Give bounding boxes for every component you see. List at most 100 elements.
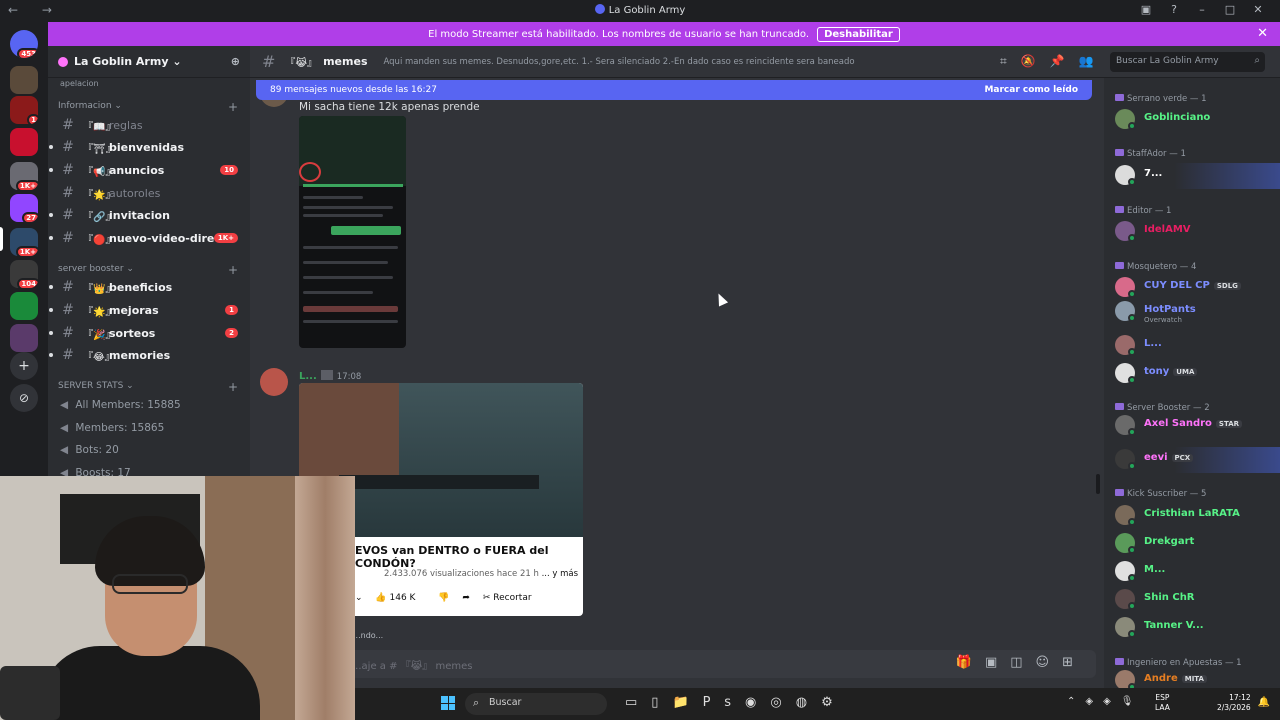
minimize-button[interactable]: – [1188,3,1216,16]
member-item[interactable]: eevi PCX [1104,447,1280,473]
sticker-icon[interactable]: ◫ [1010,655,1035,670]
member-item[interactable]: 7... [1104,163,1280,189]
member-item[interactable]: L... [1104,333,1280,359]
disable-streamer-button[interactable]: Deshabilitar [817,26,900,42]
task-view-icon[interactable]: ▭ [625,695,651,710]
server-icon[interactable] [10,128,38,156]
dislike-icon[interactable]: 👎 [438,593,449,603]
category-booster[interactable]: server booster ⌄ + [58,263,238,277]
stat-bots[interactable]: ◀ Bots: 20 [60,444,119,456]
clock[interactable]: 17:12 2/3/2026 [1217,693,1251,713]
chevron-up-icon[interactable]: ⌃ [1067,696,1085,707]
start-button[interactable] [441,696,455,710]
scrollbar[interactable] [1096,474,1100,494]
server-icon[interactable]: 453 [10,30,38,58]
category-stats[interactable]: SERVER STATS ⌄ + [58,380,238,394]
message-author[interactable]: L... 17:08 [299,370,361,382]
channel-item-invitacion[interactable]: # 『🔗』 invitacion [48,205,250,225]
add-channel-icon[interactable]: + [228,263,238,277]
clip-button[interactable]: ✂ Recortar [483,593,542,603]
server-icon[interactable]: 104 [10,260,38,288]
discover-icon[interactable]: ⊘ [10,384,38,412]
member-item[interactable]: Drekgart [1104,531,1280,557]
server-icon[interactable]: 27 [10,194,38,222]
member-list-icon[interactable]: 👥 [1079,54,1108,68]
member-item[interactable]: Goblinciano [1104,107,1280,133]
member-item[interactable]: Shin ChR [1104,587,1280,613]
help-icon[interactable]: ? [1160,3,1188,16]
search-input[interactable]: Buscar La Goblin Army ⌕ [1110,52,1265,72]
channel-item-memories[interactable]: # 『😂』 memories [48,345,250,365]
category-info[interactable]: Informacion ⌄ + [58,100,238,114]
channel-item-beneficios[interactable]: # 『👑』 beneficios [48,277,250,297]
member-item[interactable]: IdelAMV [1104,219,1280,245]
channel-topic[interactable]: Aqui manden sus memes. Desnudos,gore,etc… [384,57,855,67]
member-item[interactable]: CUY DEL CP SDLG [1104,275,1280,301]
server-icon[interactable]: 1K+ [10,228,38,256]
server-icon[interactable] [10,66,38,94]
notification-icon[interactable]: 🔔 [1258,697,1270,708]
tray-icon[interactable]: ◈ [1085,696,1103,707]
tray-icon[interactable]: ◈ [1103,696,1121,707]
member-item[interactable]: Axel Sandro STAR [1104,413,1280,439]
member-item[interactable]: Tanner V... [1104,615,1280,641]
pin-icon[interactable]: 📌 [1050,54,1079,68]
microphone-icon[interactable]: 🎙 [1121,696,1144,707]
member-item[interactable]: Cristhian LaRATA [1104,503,1280,529]
mark-read-button[interactable]: Marcar como leído [984,85,1078,95]
screenshot-attachment[interactable] [299,116,406,348]
threads-icon[interactable]: ⌗ [1000,54,1021,68]
server-icon[interactable] [10,292,38,320]
add-channel-icon[interactable]: + [228,100,238,114]
apps-icon[interactable]: ⊞ [1062,655,1086,670]
channel-emoji: 『🔗』 [83,211,116,223]
chevron-down-icon[interactable]: ⌄ [355,593,363,603]
scrolled-channel[interactable]: apelacion [60,79,99,88]
chrome-icon[interactable]: ◎ [770,695,795,710]
folder-icon[interactable]: 📁 [672,695,702,710]
mute-icon[interactable]: 🔕 [1021,54,1050,68]
inbox-icon[interactable]: ▣ [1132,3,1160,16]
avatar[interactable] [260,368,288,396]
channel-item-anuncios[interactable]: # 『📢』 anuncios 10 [48,160,250,180]
stat-members[interactable]: ◀ Members: 15865 [60,422,164,434]
member-item[interactable]: M... [1104,559,1280,585]
stat-all-members[interactable]: ◀ All Members: 15885 [60,399,181,411]
channel-item-autoroles[interactable]: # 『🌟』 autoroles [48,183,250,203]
share-icon[interactable]: ➦ [462,593,470,603]
photoshop-icon[interactable]: Ps [703,695,745,710]
channel-item-nuevovideodirec[interactable]: # 『🔴』 nuevo-video-direc... 1K+ [48,228,250,248]
gif-icon[interactable]: ▣ [985,655,1010,670]
gift-icon[interactable]: 🎁 [956,655,985,670]
like-button[interactable]: 👍 146 K [375,593,425,603]
app-icon[interactable]: ⚙ [821,695,847,710]
new-messages-bar[interactable]: 89 mensajes nuevos desde las 16:27 Marcar… [256,80,1092,100]
message-input[interactable]: ...aje a # 『😹』 memes 🎁▣◫☺⊞ [342,650,1096,678]
more-link[interactable]: ... y más [542,569,578,579]
steam-icon[interactable]: ◍ [796,695,821,710]
close-button[interactable]: ✕ [1244,3,1272,16]
language-indicator[interactable]: ESP LAA [1155,693,1170,713]
add-server-icon[interactable]: + [10,352,38,380]
discord-icon[interactable]: ◉ [745,695,770,710]
app-icon[interactable]: ▯ [651,695,672,710]
video-title[interactable]: EVOS van DENTRO o FUERA del CONDÓN? [355,544,583,570]
channel-item-bienvenidas[interactable]: # 『⛩』 bienvenidas [48,137,250,157]
member-item[interactable]: HotPants Overwatch [1104,299,1280,325]
add-channel-icon[interactable]: + [228,380,238,394]
emoji-icon[interactable]: ☺ [1036,655,1063,670]
channel-item-reglas[interactable]: # 『📖』 reglas [48,115,250,135]
taskbar-search[interactable]: ⌕ Buscar [465,693,607,715]
server-icon[interactable] [10,324,38,352]
server-header[interactable]: La Goblin Army ⌄ ⊕ [48,46,250,78]
maximize-button[interactable]: □ [1216,3,1244,16]
member-item[interactable]: tony UMA [1104,361,1280,387]
close-icon[interactable]: ✕ [1257,26,1268,41]
server-icon[interactable]: 1 [10,96,38,124]
channel-item-mejoras[interactable]: # 『🌟』 mejoras 1 [48,300,250,320]
add-member-icon[interactable]: ⊕ [231,55,240,68]
server-icon[interactable]: 1K+ [10,162,38,190]
webcam-microphone [0,666,60,720]
channel-item-sorteos[interactable]: # 『🎉』 sorteos 2 [48,323,250,343]
status-dot [1128,290,1136,298]
